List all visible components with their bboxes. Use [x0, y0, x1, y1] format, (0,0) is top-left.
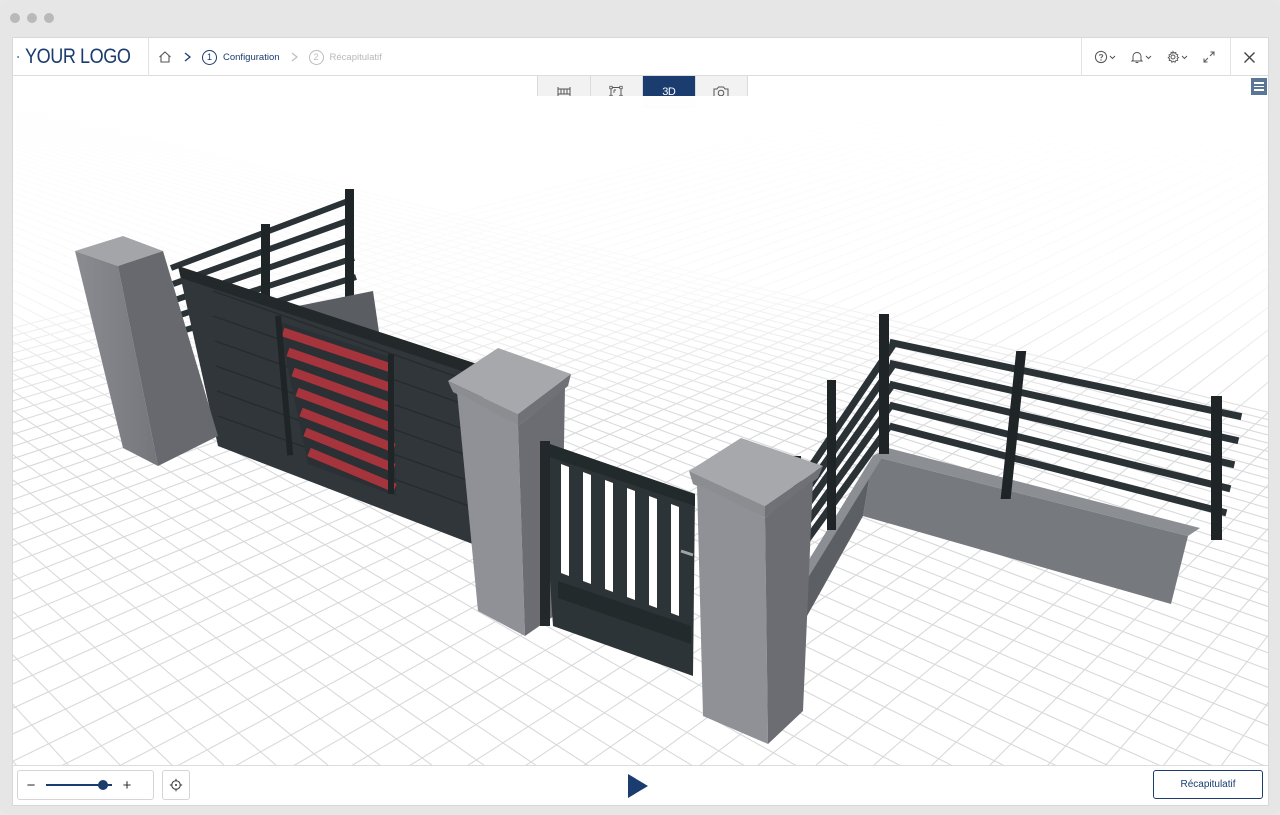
- play-animation-button[interactable]: [625, 773, 651, 799]
- help-menu-button[interactable]: [1094, 47, 1116, 67]
- recenter-button[interactable]: [162, 770, 190, 800]
- recapitulatif-button[interactable]: Récapitulatif: [1153, 770, 1263, 799]
- zoom-slider[interactable]: [44, 771, 114, 799]
- top-header: YOUR LOGO 1 Configuration 2 Récapitulati…: [13, 38, 1268, 76]
- window-dot-icon[interactable]: [27, 13, 37, 23]
- settings-menu-button[interactable]: [1166, 47, 1188, 67]
- zoom-slider-handle[interactable]: [97, 780, 108, 790]
- gear-icon: [1167, 50, 1180, 63]
- tool-group: [1081, 38, 1230, 76]
- configurator-app: YOUR LOGO 1 Configuration 2 Récapitulati…: [12, 37, 1269, 806]
- breadcrumb: 1 Configuration 2 Récapitulatif: [157, 38, 382, 76]
- notifications-menu-button[interactable]: [1130, 47, 1152, 67]
- chevron-right-icon: [184, 51, 194, 63]
- window-dot-icon[interactable]: [44, 13, 54, 23]
- home-icon[interactable]: [157, 49, 173, 65]
- right-pillar: [689, 438, 823, 744]
- app-window: YOUR LOGO 1 Configuration 2 Récapitulati…: [0, 0, 1280, 815]
- window-controls: [10, 13, 54, 23]
- step-recapitulatif[interactable]: 2 Récapitulatif: [308, 49, 382, 65]
- close-button[interactable]: [1230, 38, 1268, 76]
- bell-icon: [1130, 51, 1144, 64]
- chevron-down-icon: [1145, 55, 1152, 59]
- chevron-right-icon: [291, 51, 301, 63]
- step-number: 1: [202, 49, 217, 65]
- step-label: Récapitulatif: [329, 51, 382, 63]
- zoom-out-button[interactable]: −: [18, 771, 44, 799]
- header-tools: [1081, 38, 1268, 76]
- crosshair-icon: [169, 778, 183, 792]
- expand-icon: [1203, 51, 1215, 63]
- zoom-in-button[interactable]: +: [114, 771, 140, 799]
- step-configuration[interactable]: 1 Configuration: [202, 49, 280, 65]
- menu-line: [1254, 85, 1264, 88]
- window-dot-icon[interactable]: [10, 13, 20, 23]
- side-menu-button[interactable]: [1251, 78, 1267, 95]
- menu-line: [1254, 89, 1264, 91]
- logo-mark-icon: [17, 56, 20, 58]
- logo-text: YOUR LOGO: [25, 45, 131, 68]
- close-icon: [1244, 51, 1255, 63]
- menu-line: [1254, 82, 1264, 84]
- fullscreen-button[interactable]: [1202, 47, 1216, 67]
- step-number: 2: [308, 49, 324, 65]
- help-icon: [1094, 50, 1108, 64]
- 3d-viewport[interactable]: [13, 96, 1269, 766]
- zoom-control: − +: [17, 770, 154, 800]
- step-label: Configuration: [223, 51, 280, 63]
- logo[interactable]: YOUR LOGO: [13, 38, 149, 76]
- chevron-down-icon: [1181, 55, 1188, 59]
- play-icon: [628, 774, 648, 798]
- bottom-toolbar: − + Récapitulatif: [13, 765, 1268, 805]
- chevron-down-icon: [1109, 55, 1116, 59]
